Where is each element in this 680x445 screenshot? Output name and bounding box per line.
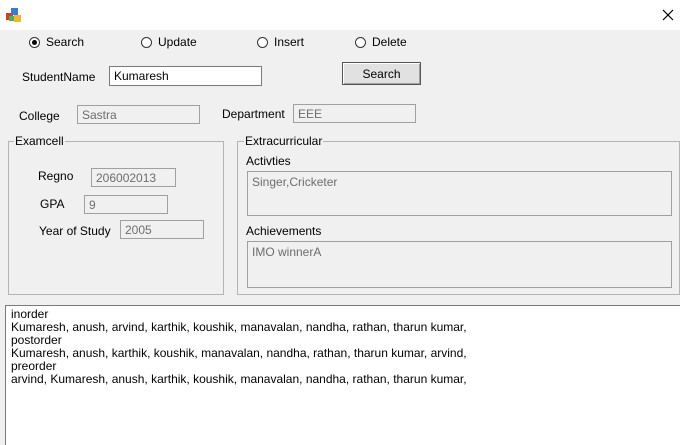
activities-field[interactable]: Singer,Cricketer — [247, 171, 672, 216]
radio-insert[interactable]: Insert — [257, 35, 304, 49]
app-icon — [5, 6, 23, 24]
search-button[interactable]: Search — [342, 62, 421, 85]
extracurricular-title: Extracurricular — [244, 134, 324, 148]
title-bar — [0, 0, 680, 30]
radio-insert-label: Insert — [274, 35, 305, 49]
achievements-label: Achievements — [246, 224, 322, 238]
regno-label: Regno — [38, 169, 74, 183]
gpa-label: GPA — [40, 197, 65, 211]
regno-field[interactable]: 206002013 — [91, 168, 176, 187]
search-button-label: Search — [362, 66, 401, 81]
close-button[interactable] — [655, 3, 680, 27]
department-label: Department — [222, 107, 285, 121]
output-line: Kumaresh, anush, arvind, karthik, koushi… — [11, 320, 467, 334]
radio-delete[interactable]: Delete — [355, 35, 407, 49]
radio-update[interactable]: Update — [141, 35, 197, 49]
output-textarea[interactable]: inorder Kumaresh, anush, arvind, karthik… — [5, 305, 680, 445]
radio-insert-circle[interactable] — [257, 36, 268, 48]
close-icon — [662, 9, 673, 21]
year-of-study-label: Year of Study — [39, 224, 111, 238]
student-name-label: StudentName — [22, 70, 96, 84]
examcell-title: Examcell — [14, 134, 65, 148]
gpa-field[interactable]: 9 — [84, 195, 168, 214]
college-field[interactable]: Sastra — [77, 105, 200, 124]
radio-search-label: Search — [46, 35, 85, 49]
radio-delete-label: Delete — [372, 35, 407, 49]
radio-update-label: Update — [158, 35, 197, 49]
radio-update-circle[interactable] — [141, 36, 152, 48]
radio-search[interactable]: Search — [29, 35, 84, 49]
department-field[interactable]: EEE — [293, 104, 416, 123]
output-line: Kumaresh, anush, karthik, koushik, manav… — [11, 346, 467, 360]
activities-label: Activties — [246, 154, 291, 168]
output-line: arvind, Kumaresh, anush, karthik, koushi… — [11, 372, 467, 386]
examcell-group — [8, 141, 224, 295]
achievements-field[interactable]: IMO winnerA — [247, 241, 672, 288]
college-label: College — [19, 109, 60, 123]
year-of-study-field[interactable]: 2005 — [120, 220, 204, 239]
radio-search-circle[interactable] — [29, 36, 40, 48]
radio-delete-circle[interactable] — [355, 36, 366, 48]
student-name-input[interactable]: Kumaresh — [109, 66, 262, 86]
